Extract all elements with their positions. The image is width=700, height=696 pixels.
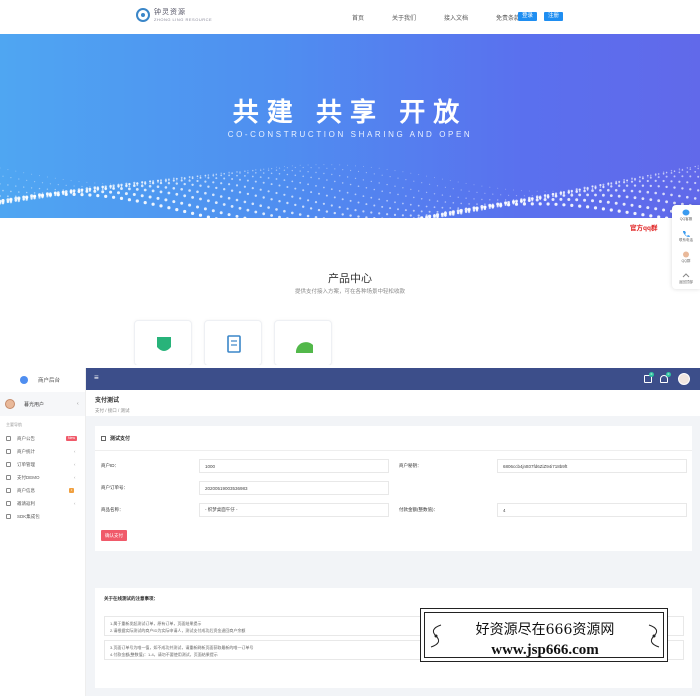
- chat-icon: [682, 209, 690, 216]
- hero-banner: 共建 共享 开放 CO-CONSTRUCTION SHARING AND OPE…: [0, 34, 700, 218]
- nav-link-docs[interactable]: 接入文档: [444, 13, 468, 22]
- megaphone-icon: [6, 436, 11, 441]
- nav-link-terms[interactable]: 免责条款: [496, 13, 520, 22]
- chevron-left-icon: ‹: [74, 501, 76, 506]
- order-no-label: 商户订单号：: [101, 485, 128, 490]
- avatar[interactable]: [678, 373, 690, 385]
- top-navigation: 钟灵资源 ZHONG LING RESOURCE 首页 关于我们 接入文档 免责…: [0, 0, 700, 34]
- sidebar-item-referral[interactable]: 邀请返利 ‹: [0, 497, 85, 510]
- site-logo[interactable]: 钟灵资源 ZHONG LING RESOURCE: [136, 8, 212, 22]
- brand-icon: [20, 376, 28, 384]
- amount-field[interactable]: 4: [497, 503, 687, 517]
- product-card[interactable]: [204, 320, 262, 365]
- merchant-id-field[interactable]: 1000: [199, 459, 389, 473]
- sidebar-item-pay-demo[interactable]: 支付DEMO ‹: [0, 471, 85, 484]
- merchant-key-field[interactable]: 6806ccb4jntt07fd6ZiZ94i718b9ft: [497, 459, 687, 473]
- float-qq[interactable]: QQ客服: [672, 205, 700, 226]
- pay-test-card: 测试支付 商户ID： 1000 商户秘钥： 6806ccb4jntt07fd6Z…: [95, 426, 692, 551]
- shield-icon: [157, 337, 171, 351]
- chevron-left-icon: ‹: [74, 475, 76, 480]
- sidebar-item-stats[interactable]: 商户统计 ‹: [0, 445, 85, 458]
- product-card[interactable]: [134, 320, 192, 365]
- login-button[interactable]: 登录: [518, 12, 538, 21]
- nav-link-about[interactable]: 关于我们: [392, 13, 416, 22]
- status-badge: •: [69, 488, 75, 493]
- avatar-icon: [683, 251, 689, 258]
- merchant-key-label: 商户秘钥：: [399, 463, 422, 468]
- sidebar: 商户后台 暮光用户 ‹ 主要导航 商户公告 New 商户统计 ‹ 订单管理 ‹ …: [0, 368, 86, 696]
- chevron-left-icon: ‹: [74, 449, 76, 454]
- sidebar-item-sdk[interactable]: SDK集成包: [0, 510, 85, 523]
- phone-icon: [683, 231, 690, 237]
- product-name-label: 商品名称：: [101, 507, 124, 512]
- card-title: 测试支付: [101, 435, 130, 442]
- notify-count: 0: [666, 372, 671, 377]
- page-title: 支付测试: [95, 398, 120, 404]
- breadcrumb: 支付 / 接口 / 测试: [95, 408, 130, 413]
- notes-title: 关于在线测试的注意事项：: [104, 596, 158, 601]
- download-icon: [6, 514, 11, 519]
- page-header: 支付测试 支付 / 接口 / 测试: [86, 390, 700, 416]
- watermark-line-1: 好资源尽在666资源网: [475, 622, 615, 638]
- logo-text-en: ZHONG LING RESOURCE: [154, 16, 213, 22]
- floating-contact-bar: QQ客服 联系电话 QQ群 返回顶部: [672, 205, 700, 289]
- float-back-to-top[interactable]: 返回顶部: [672, 268, 700, 289]
- new-badge: New: [66, 436, 78, 441]
- chart-icon: [295, 342, 313, 353]
- sidebar-item-announcements[interactable]: 商户公告 New: [0, 432, 85, 445]
- sidebar-user[interactable]: 暮光用户 ‹: [0, 392, 85, 416]
- card-icon: [6, 475, 11, 480]
- amount-label: 付款金额(整数值)：: [399, 507, 438, 512]
- qq-group-banner[interactable]: 官方qq群: [630, 222, 657, 232]
- register-button[interactable]: 注册: [544, 12, 564, 21]
- admin-topbar: ≡ 0 0: [86, 368, 700, 390]
- float-phone[interactable]: 联系电话: [672, 226, 700, 247]
- order-no-field[interactable]: 20200519003536983: [199, 481, 389, 495]
- hero-title: 共建 共享 开放: [232, 97, 468, 127]
- section-title: 产品中心: [328, 273, 372, 285]
- watermark-badge: 好资源尽在666资源网 www.jsp666.com: [420, 608, 668, 662]
- watermark-line-2: www.jsp666.com: [491, 642, 599, 658]
- product-card[interactable]: [274, 320, 332, 365]
- divider: [95, 450, 692, 451]
- stats-icon: [6, 449, 11, 454]
- confirm-pay-button[interactable]: 确认支付: [101, 530, 127, 541]
- form-icon: [101, 436, 106, 441]
- menu-toggle-icon[interactable]: ≡: [94, 374, 99, 382]
- logo-text-cn: 钟灵资源: [154, 7, 186, 16]
- list-icon: [6, 462, 11, 467]
- arrow-up-icon: [682, 273, 690, 278]
- message-count: 0: [649, 372, 654, 377]
- float-qq-group[interactable]: QQ群: [672, 247, 700, 268]
- logo-icon: [136, 8, 150, 22]
- sidebar-section-label: 主要导航: [6, 422, 22, 427]
- sidebar-brand[interactable]: 商户后台: [0, 368, 85, 392]
- product-name-field[interactable]: - 织梦桌面午仔 -: [199, 503, 389, 517]
- document-icon: [227, 335, 241, 353]
- hero-dot-wave: [0, 164, 700, 218]
- avatar: [5, 399, 15, 409]
- landing-page: 钟灵资源 ZHONG LING RESOURCE 首页 关于我们 接入文档 免责…: [0, 0, 700, 365]
- sidebar-item-orders[interactable]: 订单管理 ‹: [0, 458, 85, 471]
- chevron-left-icon: ‹: [77, 401, 79, 407]
- user-icon: [6, 488, 11, 493]
- sidebar-item-merchant-info[interactable]: 商户信息 •: [0, 484, 85, 497]
- gift-icon: [6, 501, 11, 506]
- chevron-left-icon: ‹: [74, 462, 76, 467]
- nav-link-home[interactable]: 首页: [352, 13, 364, 22]
- merchant-id-label: 商户ID：: [101, 463, 119, 468]
- section-subtitle: 提供支付接入方案，可在各种场景中轻松收款: [294, 289, 405, 295]
